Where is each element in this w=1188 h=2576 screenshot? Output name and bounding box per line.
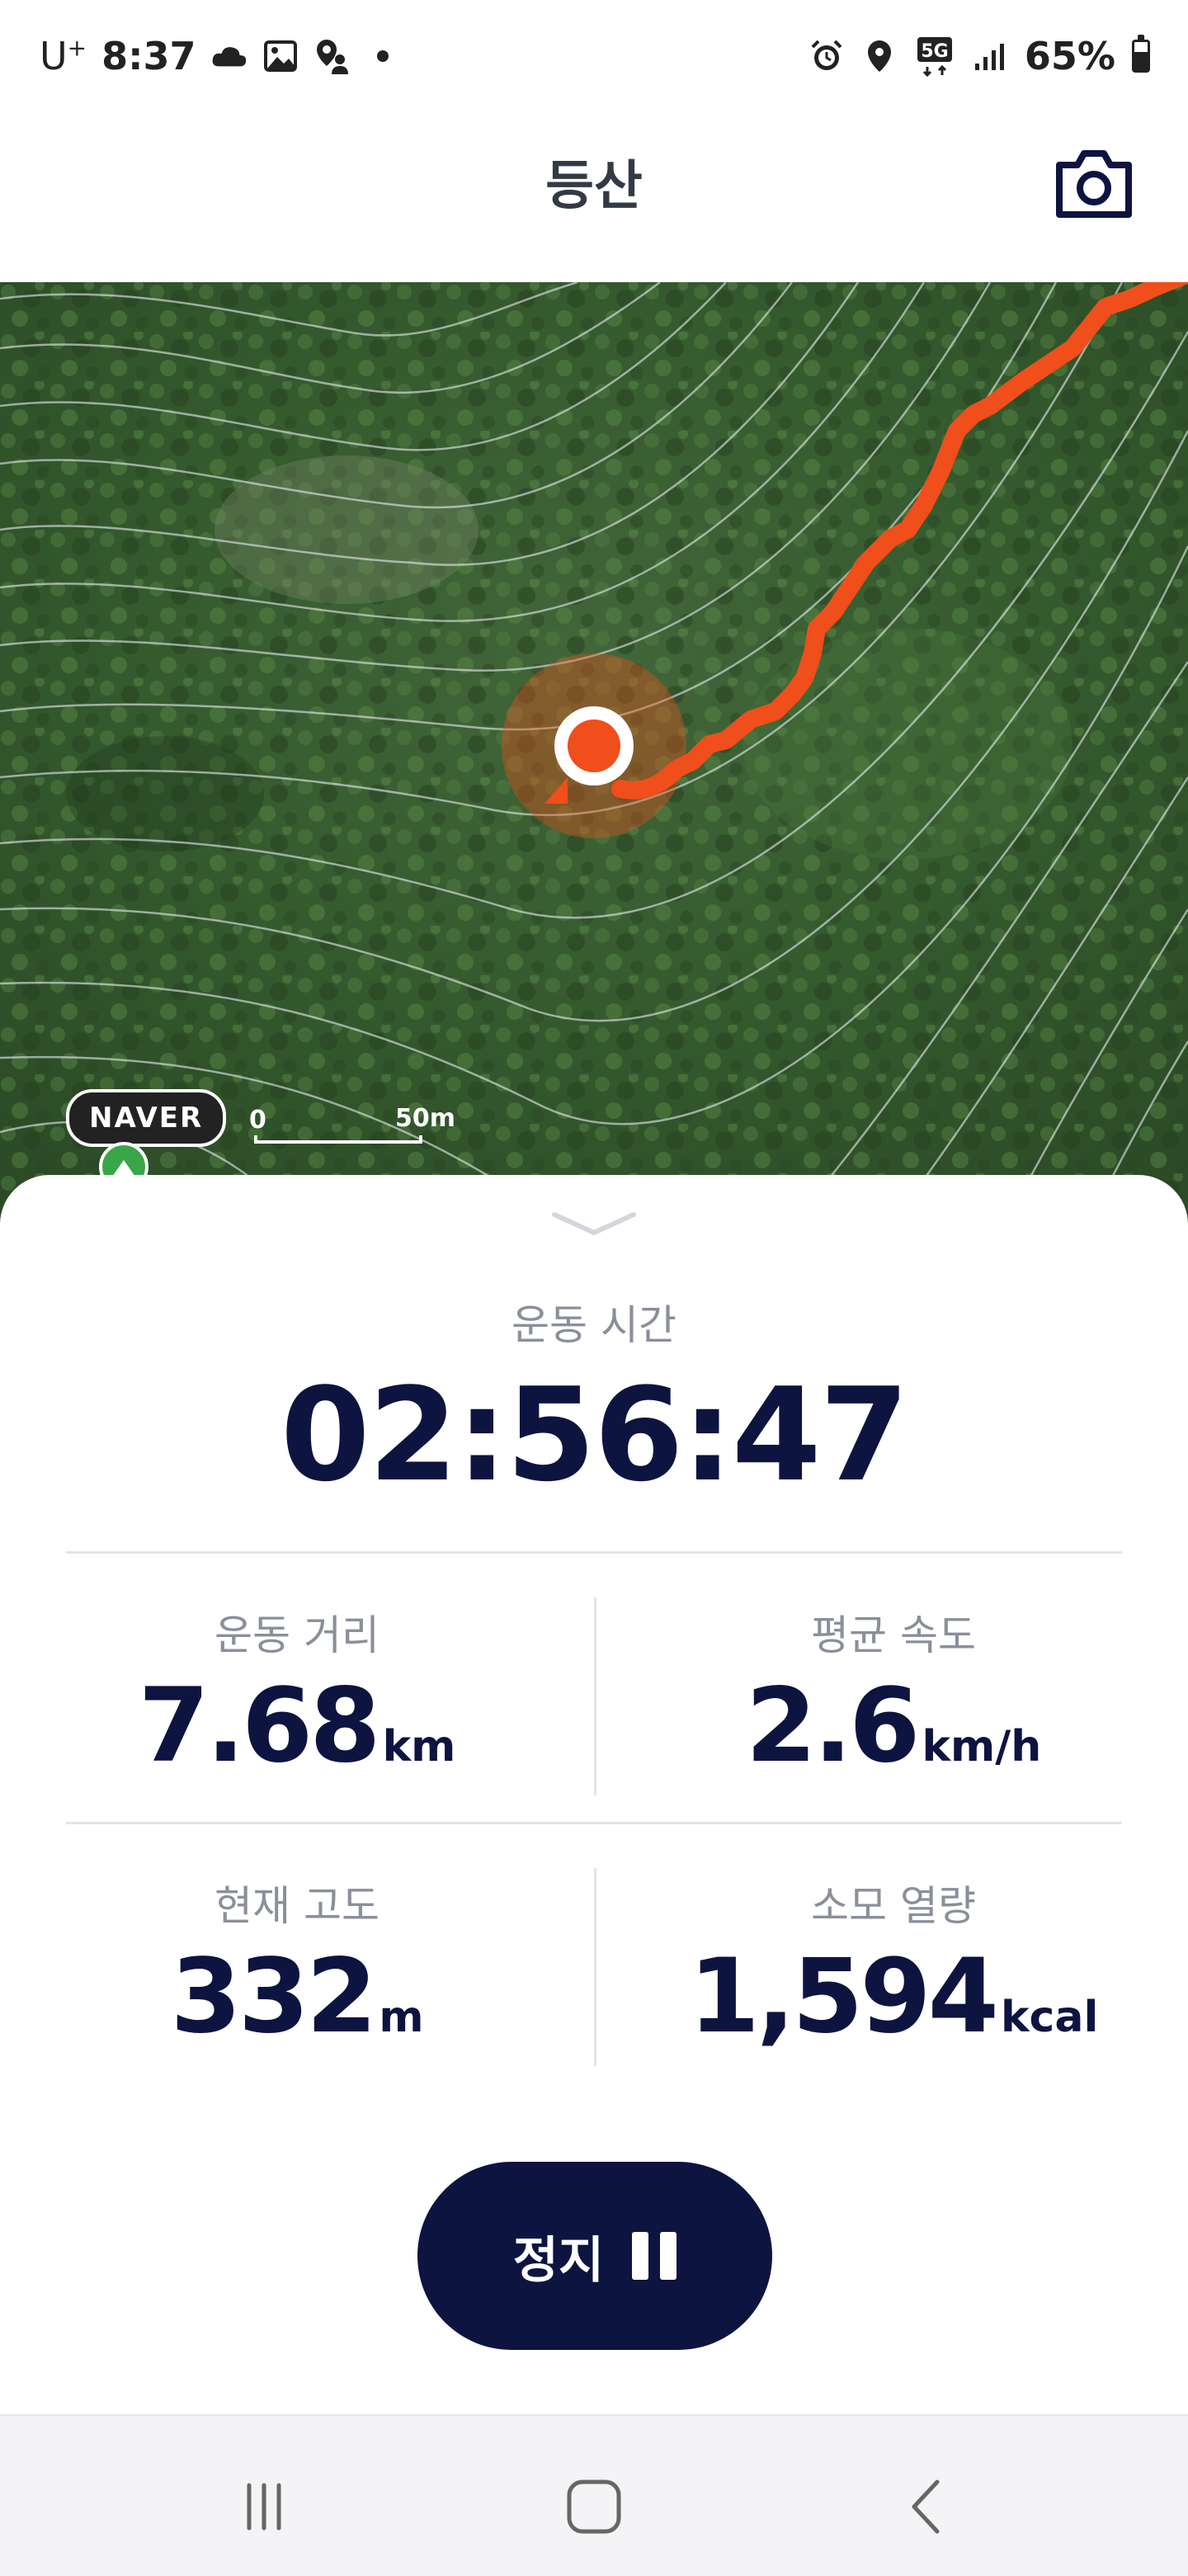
5g-icon: 5G xyxy=(914,37,955,77)
alarm-icon xyxy=(808,38,845,74)
gallery-icon xyxy=(262,38,299,74)
scale-start-label: 0 xyxy=(249,1106,266,1135)
scale-bar xyxy=(254,1135,422,1144)
pause-icon xyxy=(632,2232,677,2280)
altitude-label: 현재 고도 xyxy=(214,1882,380,1930)
camera-button[interactable] xyxy=(1054,149,1134,219)
sheet-collapse-handle[interactable] xyxy=(551,1208,637,1241)
current-location-dot xyxy=(568,719,620,772)
camera-icon xyxy=(1056,150,1132,218)
calories-unit: kcal xyxy=(1000,1993,1099,2042)
system-nav-bar xyxy=(0,2414,1188,2576)
location-pin-icon xyxy=(861,38,898,74)
dot-icon xyxy=(365,38,401,74)
avg-speed-value: 2.6 xyxy=(745,1667,921,1786)
calories-value: 1,594 xyxy=(688,1937,999,2056)
map-scale: 0 50m xyxy=(249,1104,455,1152)
workout-time-label: 운동 시간 xyxy=(512,1301,676,1349)
signal-icon xyxy=(972,38,1008,74)
distance-value: 7.68 xyxy=(138,1667,381,1786)
home-button[interactable] xyxy=(544,2465,644,2548)
back-icon xyxy=(912,2479,940,2534)
recent-apps-button[interactable] xyxy=(214,2465,314,2548)
recent-apps-icon xyxy=(247,2483,281,2531)
pause-button[interactable]: 정지 xyxy=(417,2162,772,2350)
avg-speed-unit: km/h xyxy=(922,1722,1042,1772)
map-view[interactable] xyxy=(0,282,1188,1223)
distance-unit: km xyxy=(382,1722,456,1772)
svg-text:5G: 5G xyxy=(921,41,948,62)
workout-panel: 운동 시간 02:56:47 운동 거리 7.68 km 평균 속도 2.6 km/… xyxy=(0,1175,1188,2414)
divider xyxy=(66,1822,1122,1824)
page-title: 등산 xyxy=(545,156,643,217)
avg-speed-label: 평균 속도 xyxy=(811,1611,976,1659)
calories-label: 소모 열량 xyxy=(811,1882,976,1930)
status-left: U+ 8:37 xyxy=(40,30,401,83)
map-canvas[interactable] xyxy=(0,282,1188,1223)
status-bar: U+ 8:37 5G 65% xyxy=(0,0,1188,107)
distance-label: 운동 거리 xyxy=(214,1611,380,1659)
carrier-label: U+ xyxy=(40,34,87,78)
battery-icon xyxy=(1132,35,1150,73)
pause-button-label: 정지 xyxy=(512,2231,605,2290)
divider xyxy=(66,1551,1122,1554)
naver-logo: NAVER xyxy=(66,1089,227,1147)
back-button[interactable] xyxy=(878,2465,977,2548)
altitude-unit: m xyxy=(379,1993,424,2042)
scale-end-label: 50m xyxy=(394,1104,455,1133)
cloud-icon xyxy=(211,38,248,74)
workout-time-value: 02:56:47 xyxy=(280,1360,909,1510)
chevron-down-icon xyxy=(552,1212,636,1236)
clock: 8:37 xyxy=(101,34,196,78)
status-right: 5G 65% xyxy=(808,30,1150,83)
app-header: 등산 xyxy=(0,107,1188,282)
home-icon xyxy=(567,2479,621,2534)
altitude-value: 332 xyxy=(170,1937,377,2056)
location-person-icon xyxy=(314,38,350,74)
battery-percent: 65% xyxy=(1024,34,1115,78)
